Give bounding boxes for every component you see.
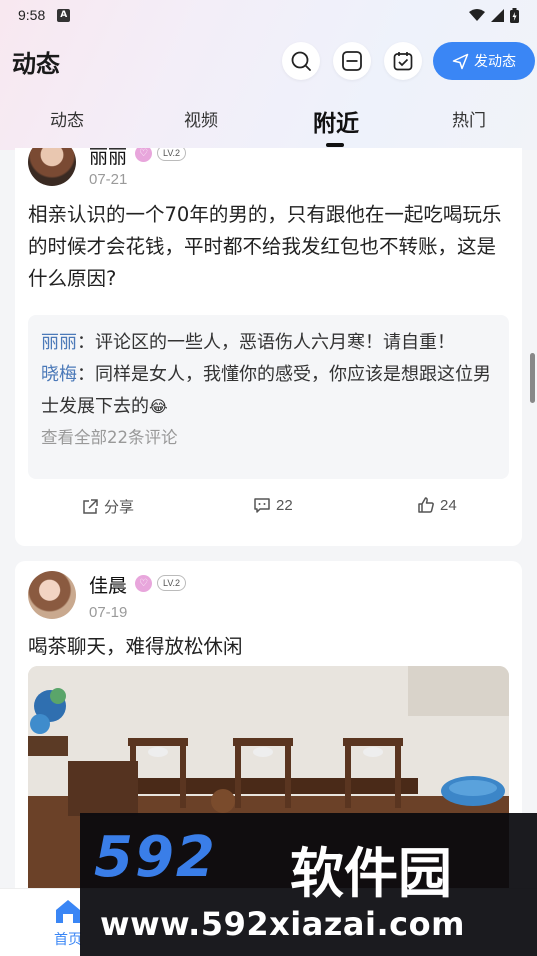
username[interactable]: 佳晨 xyxy=(89,571,127,598)
comment-text: 评论区的一些人，恶语伤人六月寒！请自重！ xyxy=(95,332,455,353)
like-count: 24 xyxy=(440,496,457,514)
scrollbar[interactable] xyxy=(530,353,535,403)
comment-separator: ： xyxy=(77,332,95,353)
signal-icon xyxy=(491,8,504,22)
header: 动态 发动态 xyxy=(0,38,537,84)
post-button[interactable]: 发动态 xyxy=(433,42,535,80)
post-card[interactable]: 丽丽 ♡ LV.2 07-21 相亲认识的一个70年的男的，只有跟他在一起吃喝玩… xyxy=(15,148,522,546)
feed[interactable]: 丽丽 ♡ LV.2 07-21 相亲认识的一个70年的男的，只有跟他在一起吃喝玩… xyxy=(0,148,537,888)
commenter-name[interactable]: 晓梅 xyxy=(41,364,77,385)
avatar[interactable] xyxy=(28,571,76,619)
watermark-url: www.592xiazai.com xyxy=(100,905,465,943)
level-badge: LV.2 xyxy=(157,575,187,591)
checkin-button[interactable] xyxy=(384,42,422,80)
vip-icon: ♡ xyxy=(135,575,152,592)
home-icon xyxy=(56,900,80,923)
commenter-name[interactable]: 丽丽 xyxy=(41,332,77,353)
vip-icon: ♡ xyxy=(135,148,152,162)
active-tab-indicator xyxy=(326,143,344,147)
laugh-emoji-icon: 😂 xyxy=(149,397,168,416)
comment: 晓梅：同样是女人，我懂你的感受，你应该是想跟这位男士发展下去的😂 xyxy=(41,359,497,423)
search-button[interactable] xyxy=(282,42,320,80)
post-actions: 分享 22 24 xyxy=(15,496,522,532)
status-bar: 9:58 A xyxy=(0,0,537,30)
tab-dynamic[interactable]: 动态 xyxy=(38,96,96,144)
comment-count: 22 xyxy=(276,496,293,514)
scan-icon xyxy=(342,51,362,71)
watermark-brand-text: 软件园 xyxy=(290,842,452,905)
share-icon xyxy=(83,498,98,514)
comment-icon xyxy=(254,498,270,513)
send-icon xyxy=(452,53,469,69)
share-label: 分享 xyxy=(104,499,135,516)
avatar[interactable] xyxy=(28,148,76,186)
tab-nearby[interactable]: 附近 xyxy=(303,96,369,144)
comment-preview[interactable]: 丽丽：评论区的一些人，恶语伤人六月寒！请自重！ 晓梅：同样是女人，我懂你的感受，… xyxy=(28,315,509,479)
search-icon xyxy=(291,51,311,71)
scan-button[interactable] xyxy=(333,42,371,80)
notification-badge: A xyxy=(57,8,71,22)
post-text[interactable]: 相亲认识的一个70年的男的，只有跟他在一起吃喝玩乐的时候才会花钱，平时都不给我发… xyxy=(28,199,512,295)
wifi-icon xyxy=(469,8,485,21)
comment-button[interactable]: 22 xyxy=(253,496,293,514)
tab-video[interactable]: 视频 xyxy=(172,96,230,144)
see-all-comments[interactable]: 查看全部22条评论 xyxy=(41,423,497,453)
tab-bar: 动态 视频 附近 热门 xyxy=(0,96,537,144)
battery-icon xyxy=(510,7,519,23)
comment: 丽丽：评论区的一些人，恶语伤人六月寒！请自重！ xyxy=(41,327,497,359)
watermark-overlay: 592 软件园 www.592xiazai.com xyxy=(80,813,537,956)
comment-text: 同样是女人，我懂你的感受，你应该是想跟这位男士发展下去的 xyxy=(41,364,491,417)
post-text[interactable]: 喝茶聊天，难得放松休闲 xyxy=(28,631,512,663)
comment-separator: ： xyxy=(77,364,95,385)
share-button[interactable]: 分享 xyxy=(81,496,134,517)
post-date: 07-21 xyxy=(89,171,128,188)
page-title: 动态 xyxy=(12,49,60,78)
watermark-brand-number: 592 xyxy=(94,825,217,890)
username[interactable]: 丽丽 xyxy=(89,148,127,169)
header-actions: 发动态 xyxy=(282,42,537,80)
post-button-label: 发动态 xyxy=(474,54,516,70)
calendar-check-icon xyxy=(393,52,413,71)
status-time: 9:58 xyxy=(18,7,46,23)
status-icons xyxy=(469,7,519,23)
post-date: 07-19 xyxy=(89,604,128,621)
level-badge: LV.2 xyxy=(157,148,187,161)
tab-hot[interactable]: 热门 xyxy=(440,96,498,144)
thumbs-up-icon xyxy=(418,497,434,513)
like-button[interactable]: 24 xyxy=(417,496,457,514)
